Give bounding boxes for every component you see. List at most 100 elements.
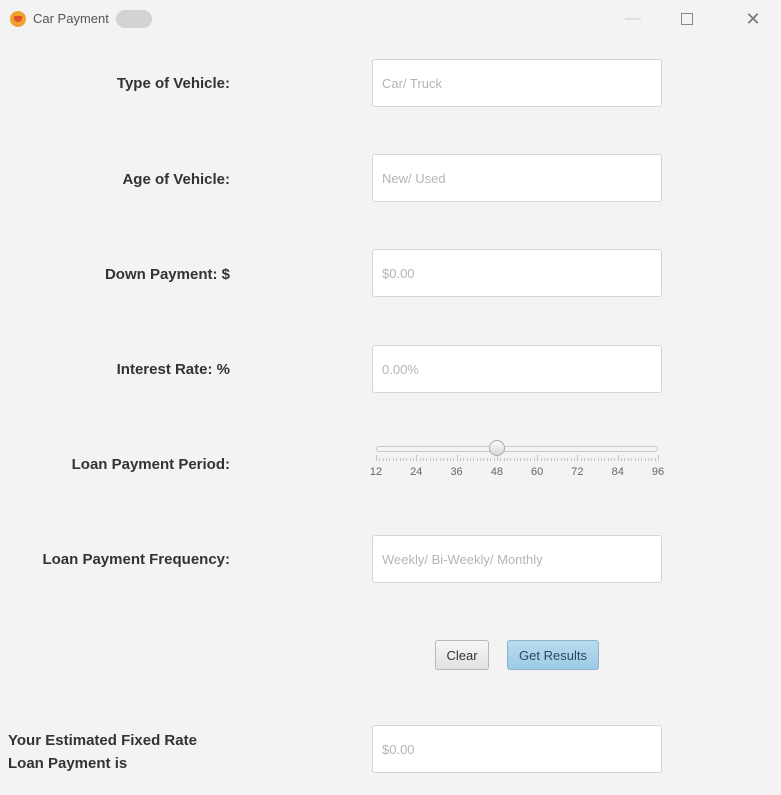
minor-tick bbox=[436, 458, 438, 461]
minor-tick bbox=[644, 458, 646, 461]
minor-tick bbox=[533, 458, 535, 461]
minor-tick bbox=[486, 458, 488, 461]
minor-tick bbox=[396, 458, 398, 461]
minor-tick bbox=[627, 458, 629, 461]
get-results-button[interactable]: Get Results bbox=[507, 640, 599, 670]
minor-tick bbox=[453, 458, 455, 461]
minor-tick bbox=[419, 458, 421, 461]
major-tick bbox=[416, 455, 418, 461]
major-tick bbox=[658, 455, 659, 461]
minor-tick bbox=[379, 458, 381, 461]
minor-tick bbox=[637, 458, 639, 461]
slider-track[interactable] bbox=[376, 446, 658, 452]
loan-frequency-label: Loan Payment Frequency: bbox=[42, 551, 230, 568]
minor-tick bbox=[607, 458, 609, 461]
slider-ticks bbox=[376, 455, 659, 461]
minor-tick bbox=[449, 458, 451, 461]
tick-label: 60 bbox=[531, 466, 544, 478]
minor-tick bbox=[389, 458, 391, 461]
tick-label: 12 bbox=[369, 466, 383, 478]
minor-tick bbox=[446, 458, 448, 461]
minor-tick bbox=[476, 458, 478, 461]
minor-tick bbox=[412, 458, 414, 461]
minor-tick bbox=[470, 458, 471, 461]
minor-tick bbox=[483, 458, 485, 461]
minor-tick bbox=[624, 458, 626, 461]
minor-tick bbox=[392, 458, 394, 461]
tick-label: 24 bbox=[410, 466, 423, 478]
result-output[interactable] bbox=[372, 725, 662, 773]
minor-tick bbox=[654, 458, 656, 461]
minor-tick bbox=[433, 458, 435, 461]
tick-label: 48 bbox=[490, 466, 503, 478]
minor-tick bbox=[443, 458, 445, 461]
minor-tick bbox=[580, 458, 582, 461]
minor-tick bbox=[510, 458, 512, 461]
minor-tick bbox=[426, 458, 428, 461]
major-tick bbox=[376, 455, 377, 461]
minor-tick bbox=[567, 458, 569, 461]
minor-tick bbox=[382, 458, 384, 461]
minimize-button[interactable]: — bbox=[610, 6, 656, 32]
window-title: Car Payment bbox=[33, 11, 109, 26]
result-label: Your Estimated Fixed Rate Loan Payment i… bbox=[8, 729, 197, 775]
result-label-line1: Your Estimated Fixed Rate bbox=[8, 732, 197, 749]
minor-tick bbox=[550, 458, 552, 461]
minor-tick bbox=[574, 458, 576, 461]
vehicle-age-input[interactable] bbox=[372, 154, 662, 202]
major-tick bbox=[537, 455, 539, 461]
minor-tick bbox=[587, 458, 589, 461]
minor-tick bbox=[409, 458, 411, 461]
clear-button[interactable]: Clear bbox=[435, 640, 489, 670]
minor-tick bbox=[513, 458, 515, 461]
interest-rate-label: Interest Rate: % bbox=[116, 361, 230, 378]
loan-frequency-input[interactable] bbox=[372, 535, 662, 583]
minor-tick bbox=[614, 458, 616, 461]
loan-period-label: Loan Payment Period: bbox=[71, 456, 230, 473]
slider-thumb[interactable] bbox=[488, 440, 505, 456]
minor-tick bbox=[621, 458, 623, 461]
minor-tick bbox=[604, 458, 606, 461]
minor-tick bbox=[402, 458, 404, 461]
result-label-line2: Loan Payment is bbox=[8, 755, 128, 772]
maximize-button[interactable] bbox=[664, 6, 710, 32]
minor-tick bbox=[530, 458, 532, 461]
major-tick bbox=[617, 455, 619, 461]
redacted-title-fragment bbox=[116, 10, 152, 28]
minor-tick bbox=[651, 458, 653, 461]
minor-tick bbox=[399, 458, 401, 461]
minor-tick bbox=[557, 458, 559, 461]
down-payment-label: Down Payment: $ bbox=[104, 266, 230, 283]
vehicle-age-label: Age of Vehicle: bbox=[122, 171, 230, 188]
maximize-icon bbox=[681, 13, 693, 25]
minor-tick bbox=[490, 458, 492, 461]
major-tick bbox=[456, 455, 458, 461]
interest-rate-input[interactable] bbox=[372, 345, 662, 393]
minimize-icon: — bbox=[625, 10, 641, 27]
minor-tick bbox=[506, 458, 508, 461]
close-button[interactable]: ✕ bbox=[730, 6, 776, 32]
minor-tick bbox=[423, 458, 424, 461]
minor-tick bbox=[527, 458, 529, 461]
minor-tick bbox=[473, 458, 475, 461]
vehicle-type-input[interactable] bbox=[372, 59, 662, 107]
minor-tick bbox=[631, 458, 633, 461]
minor-tick bbox=[600, 458, 602, 461]
down-payment-input[interactable] bbox=[372, 249, 662, 297]
minor-tick bbox=[597, 458, 599, 461]
minor-tick bbox=[503, 458, 505, 461]
minor-tick bbox=[553, 458, 555, 461]
minor-tick bbox=[406, 458, 408, 461]
minor-tick bbox=[500, 458, 502, 461]
minor-tick bbox=[439, 458, 441, 461]
minor-tick bbox=[463, 458, 465, 461]
minor-tick bbox=[560, 458, 562, 461]
tick-label: 72 bbox=[571, 466, 584, 478]
minor-tick bbox=[540, 458, 542, 461]
minor-tick bbox=[564, 458, 565, 461]
loan-period-slider[interactable]: 12 24 36 48 60 72 84 96 bbox=[369, 438, 664, 486]
minor-tick bbox=[647, 458, 649, 461]
minor-tick bbox=[634, 458, 636, 461]
close-icon: ✕ bbox=[745, 8, 761, 29]
minor-tick bbox=[641, 458, 643, 461]
